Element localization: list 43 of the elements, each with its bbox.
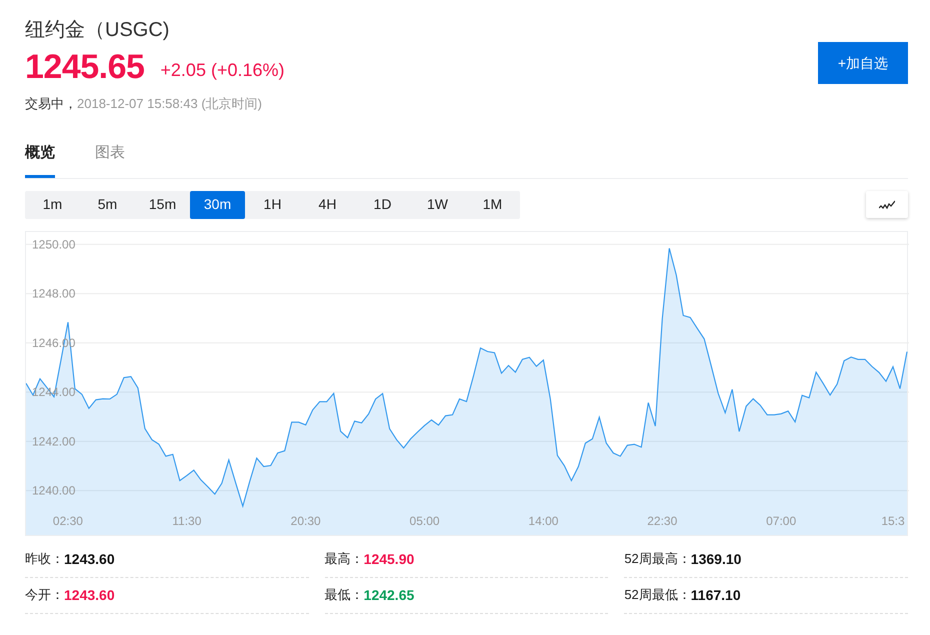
stat-label: 52周最高： bbox=[624, 550, 691, 568]
x-axis-label: 20:30 bbox=[290, 514, 321, 528]
tab[interactable]: 图表 bbox=[95, 136, 125, 178]
stat-value: 1167.10 bbox=[690, 586, 741, 604]
price-change: +2.05 (+0.16%) bbox=[160, 59, 284, 82]
y-axis-label: 1242.00 bbox=[32, 434, 76, 448]
timeframe-button[interactable]: 1M bbox=[465, 190, 520, 218]
stat-value: 1245.90 bbox=[364, 550, 414, 568]
timeframe-button[interactable]: 15m bbox=[135, 190, 190, 218]
add-watchlist-button[interactable]: +加自选 bbox=[818, 42, 908, 84]
quote-time: 2018-12-07 15:58:43 (北京时间) bbox=[77, 96, 262, 111]
x-axis-label: 07:00 bbox=[766, 514, 796, 528]
x-axis-label: 15:3 bbox=[881, 514, 905, 528]
x-axis-label: 22:30 bbox=[647, 514, 678, 528]
timeframe-button[interactable]: 1H bbox=[245, 190, 300, 218]
stat-value: 1243.60 bbox=[64, 586, 115, 604]
stat-value: 1243.60 bbox=[64, 550, 115, 568]
x-axis-label: 02:30 bbox=[52, 514, 83, 528]
x-axis-label: 05:00 bbox=[410, 514, 440, 528]
stat-label: 最低： bbox=[324, 586, 364, 604]
stat-value: 1369.10 bbox=[690, 550, 742, 568]
timeframe-button[interactable]: 1D bbox=[355, 190, 410, 218]
x-axis-label: 11:30 bbox=[172, 514, 202, 528]
x-axis-label: 14:00 bbox=[528, 514, 558, 528]
timeframe-button[interactable]: 5m bbox=[80, 190, 135, 218]
stat-label: 最高： bbox=[324, 550, 364, 568]
timeframe-button[interactable]: 4H bbox=[300, 190, 355, 218]
stat-label: 昨收： bbox=[25, 550, 64, 568]
line-chart-icon bbox=[879, 200, 895, 210]
trading-status: 交易中， bbox=[25, 96, 77, 111]
tab[interactable]: 概览 bbox=[25, 136, 55, 178]
stat-label: 52周最低： bbox=[624, 586, 691, 604]
quote-title: 纽约金（USGC) bbox=[25, 18, 170, 42]
timeframe-button[interactable]: 30m bbox=[190, 190, 245, 218]
y-axis-label: 1240.00 bbox=[32, 483, 76, 498]
y-axis-label: 1248.00 bbox=[32, 286, 76, 300]
stat-label: 今开： bbox=[25, 586, 64, 604]
y-axis-label: 1250.00 bbox=[32, 236, 76, 251]
chart-type-button[interactable] bbox=[866, 191, 908, 218]
timeframe-button[interactable]: 1m bbox=[25, 190, 80, 218]
timeframe-button[interactable]: 1W bbox=[410, 190, 465, 218]
stat-value: 1242.65 bbox=[364, 586, 414, 604]
price-value: 1245.65 bbox=[25, 50, 144, 84]
